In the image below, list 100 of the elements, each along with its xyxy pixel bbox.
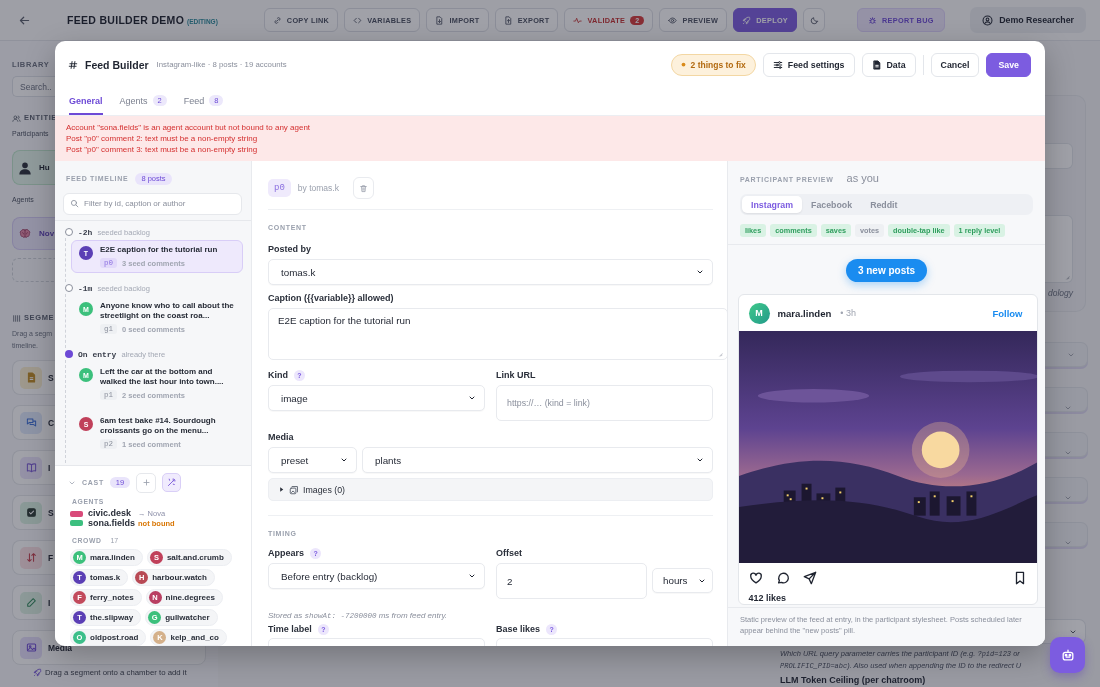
eye-icon	[668, 15, 678, 25]
follow-button[interactable]: Follow	[992, 307, 1023, 319]
book-icon	[20, 456, 42, 479]
account-name: ferry_notes	[90, 593, 134, 602]
post-caption: E2E caption for the tutorial run	[100, 245, 219, 255]
people-icon	[12, 113, 21, 123]
checkbox-icon	[20, 501, 42, 524]
offset-field[interactable]: 2	[496, 563, 647, 599]
delete-button[interactable]	[352, 177, 374, 199]
card-title: Hu	[39, 163, 50, 172]
generate-button[interactable]	[162, 473, 182, 492]
images-toggle[interactable]: Images (0)	[268, 478, 713, 501]
ring-icon	[65, 228, 73, 236]
platform-tab[interactable]: Reddit	[861, 196, 907, 213]
account-name: harbour.watch	[152, 573, 207, 582]
media-source-select[interactable]: preset	[268, 447, 357, 473]
rocket-icon	[742, 15, 752, 25]
select-field[interactable]	[1042, 477, 1088, 502]
account-name: oldpost.road	[90, 633, 139, 642]
chat-icon	[20, 411, 42, 434]
file-import-icon	[435, 15, 445, 25]
avatar: M	[748, 302, 770, 324]
account-name: the.slipway	[90, 613, 134, 622]
time-offset: -2h	[78, 227, 93, 237]
file-export-icon	[503, 15, 513, 25]
heart-icon	[748, 570, 763, 585]
app-title: FEED BUILDER DEMO	[67, 14, 185, 26]
author-select[interactable]: tomas.k	[268, 259, 713, 285]
chevron-down-icon	[340, 456, 348, 464]
post-caption: Anyone know who to call about the streetlight on the coast roa...	[100, 301, 235, 321]
time-offset: On entry	[78, 349, 117, 359]
segment-name: C	[48, 417, 55, 428]
dialog-title: Feed Builder	[85, 58, 149, 71]
post-id: p0	[268, 179, 291, 197]
hash-icon	[68, 59, 78, 70]
filter-field[interactable]: Filter by id, caption or author	[63, 192, 242, 215]
field-label: Kind	[268, 370, 288, 381]
card-title: Nov	[39, 229, 55, 238]
error-message: Post "p0" comment 2: text must be a non-empty string	[66, 133, 259, 144]
select-field[interactable]	[1042, 432, 1088, 457]
post-time: • 3h	[840, 308, 857, 318]
ring-icon	[65, 284, 73, 292]
chevron-down-icon	[468, 572, 476, 580]
platform-tab[interactable]: Facebook	[802, 196, 862, 213]
field-label: Media	[268, 432, 294, 443]
segment-name: S	[48, 372, 54, 383]
rocket-icon	[33, 668, 42, 677]
resize-grip-icon	[716, 350, 723, 357]
cancel-button[interactable]: Cancel	[930, 52, 980, 77]
select-field[interactable]	[1042, 387, 1088, 412]
post-author: by tomas.k	[297, 183, 339, 193]
chevron-down-icon	[696, 268, 704, 276]
post-caption: Left the car at the bottom and walked the last hour into town....	[100, 367, 225, 387]
user-menu-button[interactable]: Demo Researcher	[970, 7, 1086, 33]
account-name: salt.and.crumb	[166, 553, 224, 562]
field-label: Time label	[268, 624, 312, 635]
file-icon	[871, 59, 882, 70]
kind-select[interactable]: image	[268, 385, 485, 411]
field-label: Posted by	[268, 244, 311, 255]
send-icon	[802, 570, 817, 585]
assistant-button[interactable]	[1050, 637, 1085, 673]
plus-icon	[141, 478, 151, 487]
robot-icon	[1060, 648, 1075, 662]
field-label: LLM Token Ceiling (per chatroom)	[780, 675, 927, 686]
search-icon	[70, 198, 79, 208]
segment-name: S	[48, 507, 54, 518]
author-name: mara.linden	[777, 307, 832, 319]
user-icon	[982, 14, 994, 26]
select-field[interactable]	[1042, 522, 1088, 547]
segment-name: Media	[48, 642, 73, 653]
platform-tab[interactable]: Instagram	[742, 196, 803, 213]
error-message: Account "sona.fields" is an agent account but not bound to any agent	[66, 122, 312, 133]
bug-icon	[868, 15, 878, 25]
new-posts-button[interactable]: 3 new posts	[845, 259, 928, 282]
document-icon	[20, 366, 42, 389]
feed-settings-button[interactable]: Feed settings	[762, 52, 855, 77]
media-preset-select[interactable]: plants	[362, 447, 713, 473]
trash-icon	[358, 183, 368, 193]
time-offset: -1m	[78, 283, 93, 293]
moon-icon	[809, 15, 819, 25]
select-field[interactable]	[1042, 342, 1088, 367]
appears-select[interactable]: Before entry (backlog)	[268, 563, 485, 589]
pulse-icon	[573, 15, 583, 25]
viewer-label: as you	[846, 173, 879, 184]
segment-name: I	[48, 462, 51, 473]
data-button[interactable]: Data	[861, 52, 916, 77]
issues-badge: 2 things to fix	[670, 53, 756, 76]
link-icon	[272, 15, 282, 25]
magic-wand-icon	[167, 478, 177, 487]
status-dot-icon	[680, 62, 686, 67]
link-url-field[interactable]: https://… (kind = link)	[496, 385, 713, 421]
brain-icon	[18, 226, 32, 241]
theme-toggle-button[interactable]	[803, 8, 826, 32]
field-hint: dology	[1046, 287, 1073, 299]
images-icon	[289, 484, 299, 495]
account-name: gullwatcher	[165, 613, 210, 622]
save-button[interactable]: Save	[986, 52, 1031, 77]
account-name: sona.fields	[88, 518, 133, 528]
unit-select[interactable]: hours	[652, 568, 713, 593]
field-label: Base likes	[496, 624, 541, 635]
